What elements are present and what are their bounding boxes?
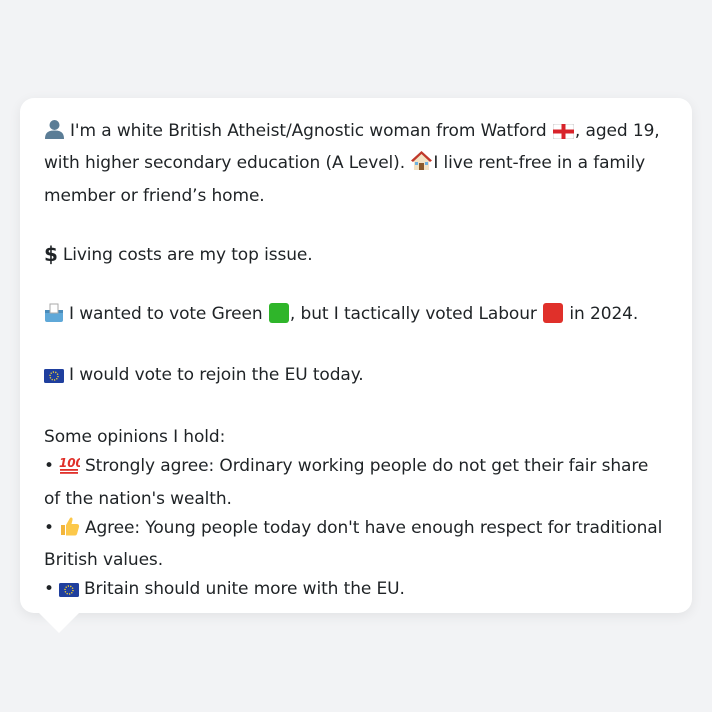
bullet: • xyxy=(44,579,54,600)
vote-text-c: in 2024. xyxy=(569,303,639,324)
message-bubble: I'm a white British Atheist/Agnostic wom… xyxy=(20,98,692,613)
opinion-item: • Britain should unite more with the EU. xyxy=(44,575,668,607)
opinions-heading: Some opinions I hold: xyxy=(44,426,226,447)
ballot-box-icon xyxy=(44,303,64,332)
vote-text-a: I wanted to vote Green xyxy=(69,303,263,324)
opinion-item: • Agree: Young people today don't have e… xyxy=(44,514,668,576)
vote-paragraph: I wanted to vote Green , but I tacticall… xyxy=(44,300,668,332)
opinion-item: • 100 Strongly agree: Ordinary working p… xyxy=(44,452,668,514)
opinion-text: Strongly agree: Ordinary working people … xyxy=(44,456,649,509)
dollar-sign-icon: $ xyxy=(44,242,58,267)
issue-text: Living costs are my top issue. xyxy=(62,245,313,266)
eu-paragraph: I would vote to rejoin the EU today. xyxy=(44,361,668,393)
vote-text-b: , but I tactically voted Labour xyxy=(289,303,537,324)
bullet: • xyxy=(44,456,54,477)
eu-flag-icon xyxy=(44,364,64,393)
thumbs-up-icon xyxy=(59,516,80,546)
eu-flag-icon xyxy=(58,578,79,607)
bubble-tail xyxy=(38,612,80,633)
person-icon xyxy=(44,119,65,149)
profile-text-a: I'm a white British Atheist/Agnostic wom… xyxy=(70,121,547,141)
issue-paragraph: $ Living costs are my top issue. xyxy=(44,240,668,270)
house-icon xyxy=(411,151,433,181)
bullet: • xyxy=(44,517,54,538)
red-square-icon xyxy=(543,302,564,323)
opinion-text: Britain should unite more with the EU. xyxy=(83,579,405,600)
eu-text: I would vote to rejoin the EU today. xyxy=(69,365,364,386)
hundred-points-icon: 100 xyxy=(59,454,84,484)
svg-text:100: 100 xyxy=(59,456,80,470)
england-flag-icon xyxy=(552,120,575,149)
green-square-icon xyxy=(268,302,289,323)
opinion-text: Agree: Young people today don't have eno… xyxy=(44,517,663,571)
profile-paragraph: I'm a white British Atheist/Agnostic wom… xyxy=(44,117,668,211)
